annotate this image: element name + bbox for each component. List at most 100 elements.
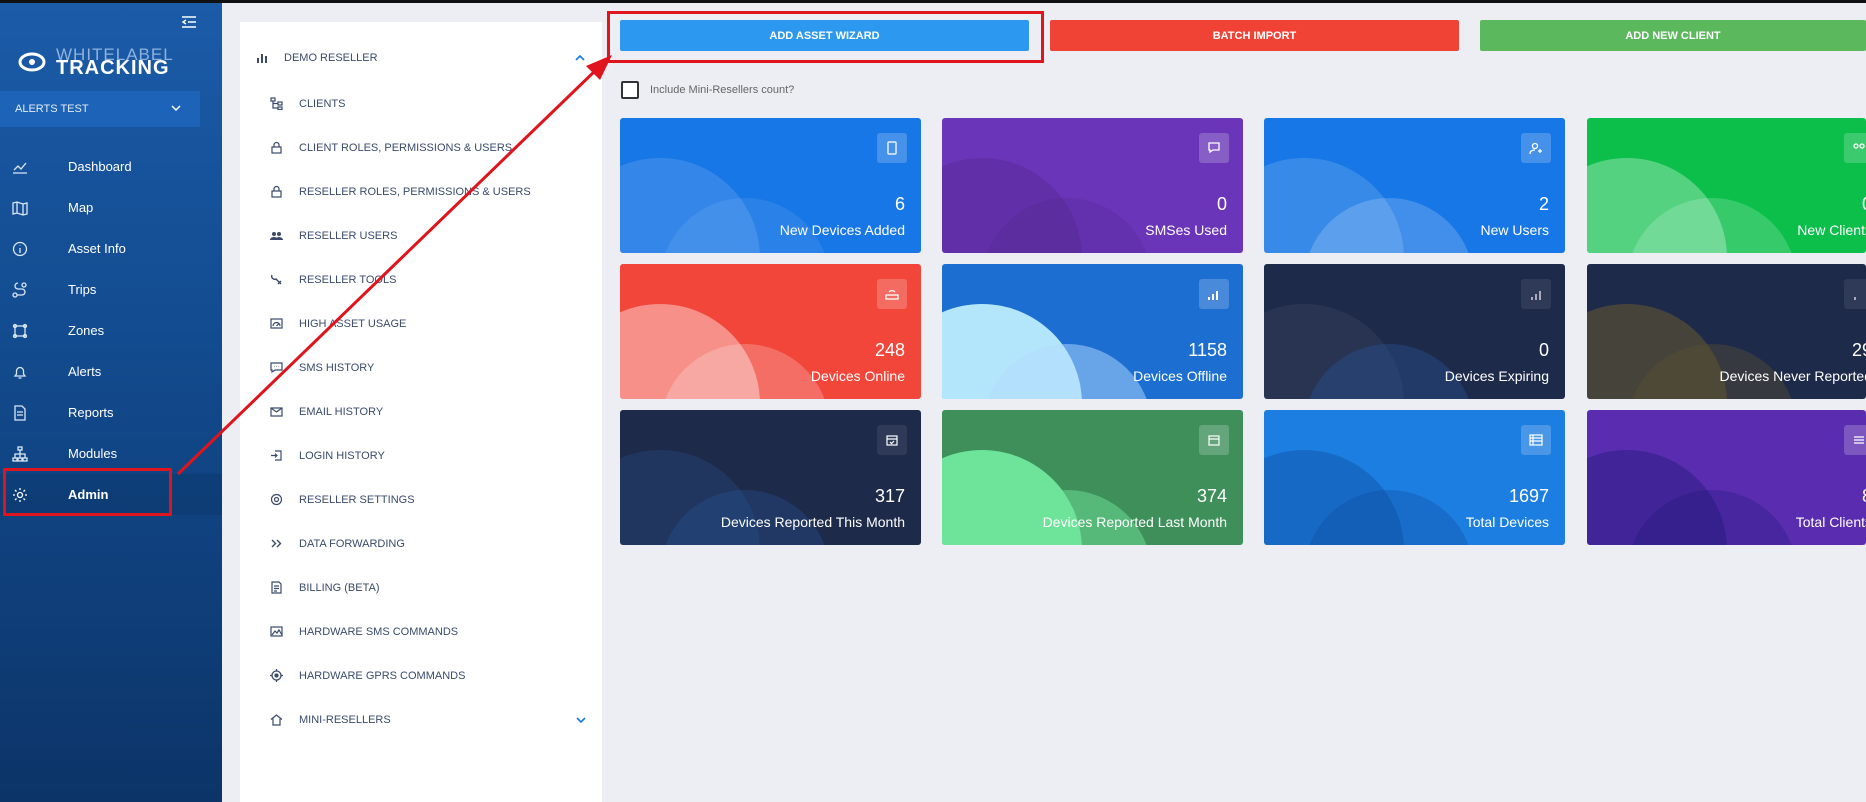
chat-icon bbox=[1199, 133, 1229, 163]
submenu-item-reseller-roles[interactable]: RESELLER ROLES, PERMISSIONS & USERS bbox=[270, 183, 570, 203]
logo-text-bottom: TRACKING bbox=[56, 57, 170, 79]
submenu-item-sms-history[interactable]: SMS HISTORY bbox=[270, 359, 570, 379]
nav-item-reports[interactable]: Reports bbox=[0, 392, 222, 433]
submenu-item-data-forwarding[interactable]: DATA FORWARDING bbox=[270, 535, 570, 555]
card-value: 29 bbox=[1851, 340, 1866, 360]
nav-item-label: Map bbox=[68, 200, 94, 215]
card-label: New Users bbox=[1480, 222, 1549, 238]
sidebar: WHITELABEL TRACKING ALERTS TEST Dashboar… bbox=[0, 3, 222, 802]
submenu-item-hardware-gprs[interactable]: HARDWARE GPRS COMMANDS bbox=[270, 667, 570, 687]
nav-item-zones[interactable]: Zones bbox=[0, 310, 222, 351]
chevron-up-icon bbox=[575, 54, 585, 61]
submenu-item-label: CLIENTS bbox=[299, 98, 346, 110]
card-value: 1158 bbox=[1188, 340, 1227, 360]
nav-item-admin[interactable]: Admin bbox=[0, 474, 222, 515]
stat-card-new-users[interactable]: 2 New Users bbox=[1264, 118, 1565, 253]
forward-icon bbox=[271, 539, 282, 548]
account-select[interactable]: ALERTS TEST bbox=[0, 91, 200, 127]
include-mini-resellers-checkbox[interactable] bbox=[621, 81, 639, 99]
add-new-client-button[interactable]: ADD NEW CLIENT bbox=[1480, 20, 1866, 51]
submenu-item-client-roles[interactable]: CLIENT ROLES, PERMISSIONS & USERS bbox=[270, 139, 570, 159]
card-label: New Devices Added bbox=[779, 222, 905, 238]
gear-icon bbox=[13, 488, 27, 502]
stat-card-devices-expiring[interactable]: 0 Devices Expiring bbox=[1264, 264, 1565, 399]
envelope-icon bbox=[270, 407, 283, 417]
card-value: 0 bbox=[1216, 194, 1227, 214]
submenu-item-label: DATA FORWARDING bbox=[299, 538, 405, 550]
nav-item-map[interactable]: Map bbox=[0, 187, 222, 228]
router-icon bbox=[877, 279, 907, 309]
card-label: Devices Reported Last Month bbox=[1042, 514, 1227, 530]
gear-icon bbox=[270, 493, 283, 506]
submenu-item-label: RESELLER SETTINGS bbox=[299, 494, 415, 506]
stat-card-new-devices[interactable]: 6 New Devices Added bbox=[620, 118, 921, 253]
submenu-item-hardware-sms[interactable]: HARDWARE SMS COMMANDS bbox=[270, 623, 570, 643]
group-icon bbox=[1844, 133, 1866, 163]
submenu-item-login-history[interactable]: LOGIN HISTORY bbox=[270, 447, 570, 467]
chevron-down-icon bbox=[576, 717, 586, 724]
nav-item-asset-info[interactable]: Asset Info bbox=[0, 228, 222, 269]
submenu-header-label: DEMO RESELLER bbox=[284, 52, 378, 64]
stat-card-devices-never-reported[interactable]: 29 Devices Never Reported bbox=[1587, 264, 1866, 399]
zone-icon bbox=[12, 323, 28, 339]
submenu-item-clients[interactable]: CLIENTS bbox=[270, 95, 570, 115]
include-mini-resellers: Include Mini-Resellers count? bbox=[621, 80, 794, 100]
card-value: 248 bbox=[874, 340, 905, 360]
submenu-item-email-history[interactable]: EMAIL HISTORY bbox=[270, 403, 570, 423]
stat-card-total-devices[interactable]: 1697 Total Devices bbox=[1264, 410, 1565, 545]
submenu-item-label: SMS HISTORY bbox=[299, 362, 375, 374]
submenu-item-reseller-users[interactable]: RESELLER USERS bbox=[270, 227, 570, 247]
list-icon bbox=[1521, 425, 1551, 455]
stat-card-devices-offline[interactable]: 1158 Devices Offline bbox=[942, 264, 1243, 399]
stat-card-reported-last-month[interactable]: 374 Devices Reported Last Month bbox=[942, 410, 1243, 545]
route-icon bbox=[12, 282, 27, 298]
stat-card-smses-used[interactable]: 0 SMSes Used bbox=[942, 118, 1243, 253]
submenu-item-high-asset-usage[interactable]: HIGH ASSET USAGE bbox=[270, 315, 570, 335]
collapse-sidebar-icon[interactable] bbox=[181, 15, 197, 29]
admin-submenu: DEMO RESELLER CLIENTS CLIENT ROLES, PERM… bbox=[240, 22, 602, 802]
bar-chart-icon bbox=[257, 54, 267, 63]
signal-low-icon bbox=[1844, 279, 1866, 309]
gauge-icon bbox=[270, 318, 283, 329]
submenu-item-label: RESELLER TOOLS bbox=[299, 274, 397, 286]
nav-item-alerts[interactable]: Alerts bbox=[0, 351, 222, 392]
submenu-item-mini-resellers[interactable]: MINI-RESELLERS bbox=[270, 711, 586, 731]
submenu-item-billing[interactable]: BILLING (BETA) bbox=[270, 579, 570, 599]
stat-card-total-clients[interactable]: 8 Total Clients bbox=[1587, 410, 1866, 545]
crosshair-icon bbox=[270, 669, 283, 682]
submenu-item-reseller-tools[interactable]: RESELLER TOOLS bbox=[270, 271, 570, 291]
batch-import-button[interactable]: BATCH IMPORT bbox=[1050, 20, 1459, 51]
invoice-icon bbox=[271, 581, 282, 594]
nav-item-label: Admin bbox=[68, 487, 109, 502]
nav-item-label: Alerts bbox=[68, 364, 102, 379]
chart-line-icon bbox=[13, 162, 27, 174]
card-label: New Clients bbox=[1797, 222, 1866, 238]
message-icon bbox=[270, 362, 283, 374]
submenu-item-reseller-settings[interactable]: RESELLER SETTINGS bbox=[270, 491, 570, 511]
sitemap-icon bbox=[12, 446, 28, 462]
card-value: 2 bbox=[1538, 194, 1549, 214]
nav-item-trips[interactable]: Trips bbox=[0, 269, 222, 310]
submenu-item-label: EMAIL HISTORY bbox=[299, 406, 384, 418]
logo[interactable]: WHITELABEL TRACKING bbox=[18, 43, 188, 79]
nav-item-modules[interactable]: Modules bbox=[0, 433, 222, 474]
nav-item-label: Trips bbox=[68, 282, 97, 297]
nav-item-dashboard[interactable]: Dashboard bbox=[0, 146, 222, 187]
submenu-header-demo-reseller[interactable]: DEMO RESELLER bbox=[256, 50, 586, 70]
nav-item-label: Zones bbox=[68, 323, 105, 338]
nav-item-label: Modules bbox=[68, 446, 118, 461]
calendar-icon bbox=[1199, 425, 1229, 455]
stat-card-reported-this-month[interactable]: 317 Devices Reported This Month bbox=[620, 410, 921, 545]
nav-item-label: Reports bbox=[68, 405, 114, 420]
card-label: Devices Offline bbox=[1133, 368, 1227, 384]
signal-off-icon bbox=[1199, 279, 1229, 309]
submenu-item-label: MINI-RESELLERS bbox=[299, 714, 391, 726]
card-value: 317 bbox=[874, 486, 905, 506]
stat-card-new-clients[interactable]: 0 New Clients bbox=[1587, 118, 1866, 253]
stat-card-devices-online[interactable]: 248 Devices Online bbox=[620, 264, 921, 399]
submenu-item-label: HARDWARE SMS COMMANDS bbox=[299, 626, 459, 638]
add-asset-wizard-button[interactable]: ADD ASSET WIZARD bbox=[620, 20, 1029, 51]
wrench-icon bbox=[271, 274, 282, 285]
calendar-check-icon bbox=[877, 425, 907, 455]
signal-icon bbox=[1521, 279, 1551, 309]
